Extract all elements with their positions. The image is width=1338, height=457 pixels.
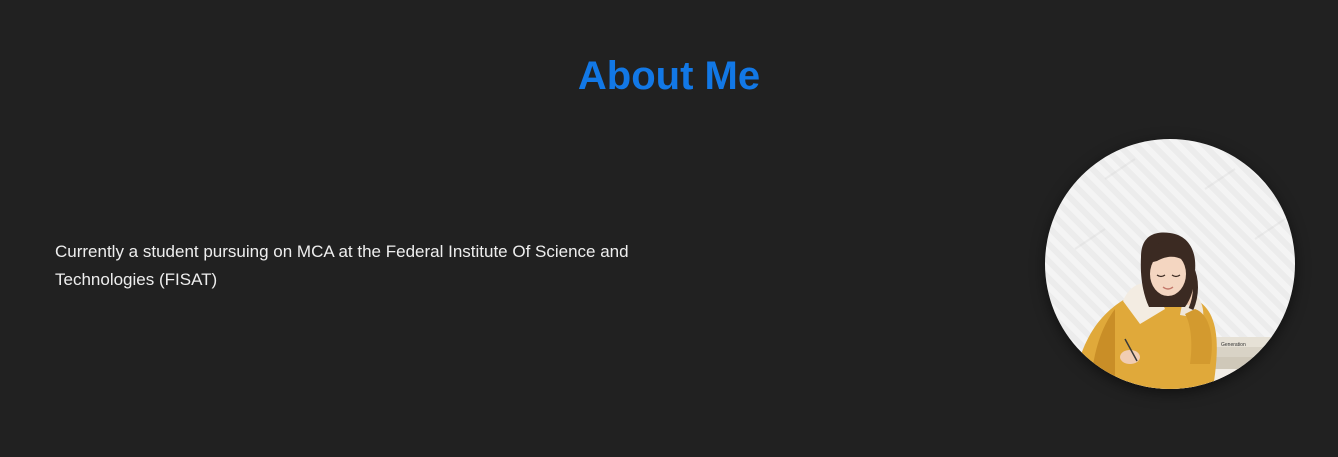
profile-photo-illustration: Generation	[1073, 158, 1286, 389]
about-section: About Me Currently a student pursuing on…	[0, 0, 1338, 457]
about-description: Currently a student pursuing on MCA at t…	[55, 242, 629, 289]
profile-photo: Generation	[1045, 139, 1295, 389]
page-title: About Me	[577, 54, 761, 98]
book-label: Generation	[1221, 342, 1246, 348]
